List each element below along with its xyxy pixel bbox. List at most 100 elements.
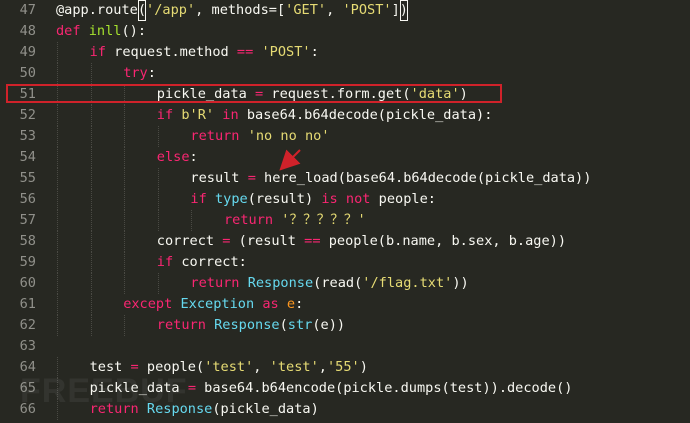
code-token: )	[359, 359, 368, 375]
code-line[interactable]: 48 def inll():	[0, 21, 690, 42]
code-token: ]	[391, 2, 400, 18]
code-token: (result)	[247, 191, 322, 207]
code-line[interactable]: 62 return Response(str(e))	[0, 315, 690, 336]
code-token: type	[214, 191, 248, 207]
code-token: is not	[321, 191, 371, 207]
code-token: '？？？？？'	[281, 212, 366, 228]
indent-guide	[124, 105, 126, 126]
code-token: '55'	[326, 359, 360, 375]
indent-guide	[90, 168, 92, 189]
code-line[interactable]: 55 result = here_load(base64.b64decode(pi…	[0, 168, 690, 189]
indent-guide	[57, 168, 58, 189]
code-token: people:	[370, 191, 436, 207]
indent-guide	[90, 105, 92, 126]
code-token: try	[123, 65, 148, 81]
indent-guide	[57, 378, 58, 399]
indent-guide	[57, 147, 58, 168]
indent-guide	[124, 168, 126, 189]
code-token: base64.b64encode(pickle.dumps(test)).dec…	[196, 380, 573, 396]
code-token: if	[156, 107, 182, 123]
line-number: 50	[19, 65, 36, 81]
indent-guide	[124, 84, 126, 105]
code-token: result	[190, 170, 248, 186]
line-number: 47	[19, 2, 36, 18]
code-token: correct	[156, 233, 223, 249]
code-token: )	[459, 86, 468, 102]
code-token: 'POST'	[342, 2, 392, 18]
code-token: (	[279, 317, 288, 333]
code-line[interactable]: 56 if type(result) is not people:	[0, 189, 690, 210]
code-token: ==	[236, 44, 254, 60]
code-line[interactable]: 60 return Response(read('/flag.txt'))	[0, 273, 690, 294]
code-line[interactable]: 53 return 'no no no'	[0, 126, 690, 147]
code-editor[interactable]: 47 @app.route('/app', methods=['GET', 'PO…	[0, 0, 690, 423]
indent-guide	[124, 126, 126, 147]
line-number: 64	[19, 359, 36, 375]
code-token: return	[224, 212, 282, 228]
code-token: return	[156, 317, 215, 333]
code-token: ,	[253, 359, 270, 375]
indent-guide	[124, 315, 126, 336]
code-token: @app.route	[56, 2, 138, 18]
code-token: '/app'	[146, 2, 196, 18]
indent-guide	[157, 126, 159, 147]
code-line[interactable]: 50 try:	[0, 63, 690, 84]
code-line[interactable]: 57 return '？？？？？'	[0, 210, 690, 231]
code-token: people(	[138, 359, 205, 375]
code-line[interactable]: 47 @app.route('/app', methods=['GET', 'PO…	[0, 0, 690, 21]
code-line[interactable]: 66 return Response(pickle_data)	[0, 399, 690, 420]
code-token: ,	[326, 2, 343, 18]
code-token: ))	[452, 275, 469, 291]
indent-guide	[90, 294, 92, 315]
line-number: 56	[19, 191, 36, 207]
indent-guide	[124, 210, 126, 231]
indent-guide	[57, 231, 58, 252]
line-number: 57	[19, 212, 36, 228]
code-token: return	[190, 275, 248, 291]
indent-guide	[157, 210, 159, 231]
code-text: if correct:	[157, 252, 247, 273]
indent-guide	[90, 189, 92, 210]
code-token: (pickle_data)	[212, 401, 319, 417]
code-token: here_load(base64.b64decode(pickle_data))	[255, 170, 592, 186]
code-token: except	[123, 296, 181, 312]
code-line[interactable]: 65 pickle_data = base64.b64encode(pickle.…	[0, 378, 690, 399]
code-line[interactable]: 63	[0, 336, 690, 357]
code-token: return	[89, 401, 147, 417]
indent-guide	[124, 189, 126, 210]
code-line[interactable]: 58 correct = (result == people(b.name, b.…	[0, 231, 690, 252]
code-token: =	[247, 170, 256, 186]
code-line[interactable]: 52 if b'R' in base64.b64decode(pickle_dat…	[0, 105, 690, 126]
code-token: request.method	[114, 44, 237, 60]
indent-guide	[124, 147, 126, 168]
indent-guide	[57, 105, 58, 126]
code-token: :	[147, 65, 156, 81]
code-token: pickle_data	[156, 86, 256, 102]
code-text: try:	[123, 63, 156, 84]
code-text: return 'no no no'	[190, 126, 329, 147]
code-token: ():	[121, 23, 147, 39]
code-token: 'test'	[269, 359, 319, 375]
code-token: ,	[318, 359, 327, 375]
line-number: 48	[19, 23, 36, 39]
indent-guide	[57, 210, 58, 231]
code-token: (	[137, 0, 147, 21]
code-line[interactable]: 51 pickle_data = request.form.get('data')	[0, 84, 690, 105]
code-line[interactable]: 49 if request.method == 'POST':	[0, 42, 690, 63]
indent-guide	[157, 189, 159, 210]
code-line[interactable]: 59 if correct:	[0, 252, 690, 273]
indent-guide	[57, 63, 58, 84]
line-number: 62	[19, 317, 36, 333]
line-number: 65	[19, 380, 36, 396]
code-line[interactable]: 54 else:	[0, 147, 690, 168]
line-number: 59	[19, 254, 36, 270]
code-token: pickle_data	[89, 380, 188, 396]
code-text: return Response(str(e))	[157, 315, 345, 336]
code-text: else:	[157, 147, 198, 168]
code-token: )	[399, 0, 408, 21]
code-token: 'no no no'	[247, 128, 330, 144]
code-line[interactable]: 64 test = people('test', 'test','55')	[0, 357, 690, 378]
indent-guide	[124, 273, 126, 294]
code-line[interactable]: 61 except Exception as e:	[0, 294, 690, 315]
indent-guide	[57, 126, 58, 147]
